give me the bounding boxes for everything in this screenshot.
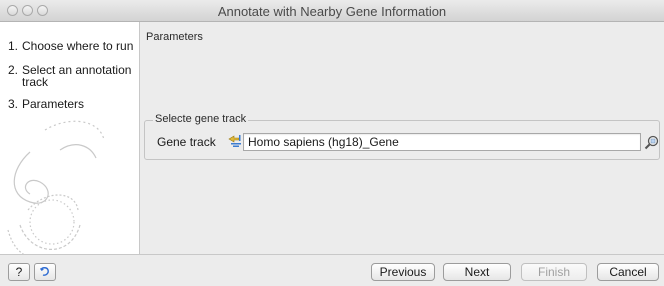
parameters-panel: Parameters Selecte gene track Gene track… [140, 22, 664, 254]
title-bar: Annotate with Nearby Gene Information [0, 0, 664, 22]
step-parameters: 3. Parameters [8, 97, 84, 111]
step-label: track [22, 75, 49, 89]
restore-defaults-icon [40, 267, 49, 276]
restore-defaults-button[interactable] [34, 263, 56, 281]
step-choose-where-to-run: 1. Choose where to run [8, 39, 133, 53]
step-number: 2. [8, 63, 19, 77]
watermark-logo [7, 120, 105, 254]
wizard-window: Annotate with Nearby Gene Information 1.… [0, 0, 664, 286]
track-icon [228, 135, 241, 147]
finish-button[interactable]: Finish [521, 263, 587, 281]
gene-track-field[interactable]: Homo sapiens (hg18)_Gene [243, 133, 641, 151]
gene-track-label: Gene track [157, 135, 216, 149]
step-label: Choose where to run [22, 39, 134, 53]
step-label: Parameters [22, 97, 85, 111]
group-title: Selecte gene track [153, 113, 249, 125]
step-number: 3. [8, 97, 19, 111]
window-title: Annotate with Nearby Gene Information [217, 4, 447, 19]
previous-button[interactable]: Previous [371, 263, 435, 281]
help-icon: ? [15, 265, 23, 279]
panel-title: Parameters [146, 31, 203, 43]
help-button[interactable]: ? [8, 263, 30, 281]
step-number: 1. [8, 39, 19, 53]
button-bar: ? Previous Next Finish Cancel [0, 254, 664, 286]
step-select-annotation-track-continued: track [22, 75, 48, 89]
wizard-steps-sidebar: 1. Choose where to run 2. Select an annota… [0, 22, 140, 254]
next-button[interactable]: Next [443, 263, 511, 281]
cancel-button[interactable]: Cancel [597, 263, 659, 281]
browse-icon[interactable] [642, 133, 662, 151]
gene-track-group: Selecte gene track Gene track Homo sapie… [144, 113, 662, 160]
